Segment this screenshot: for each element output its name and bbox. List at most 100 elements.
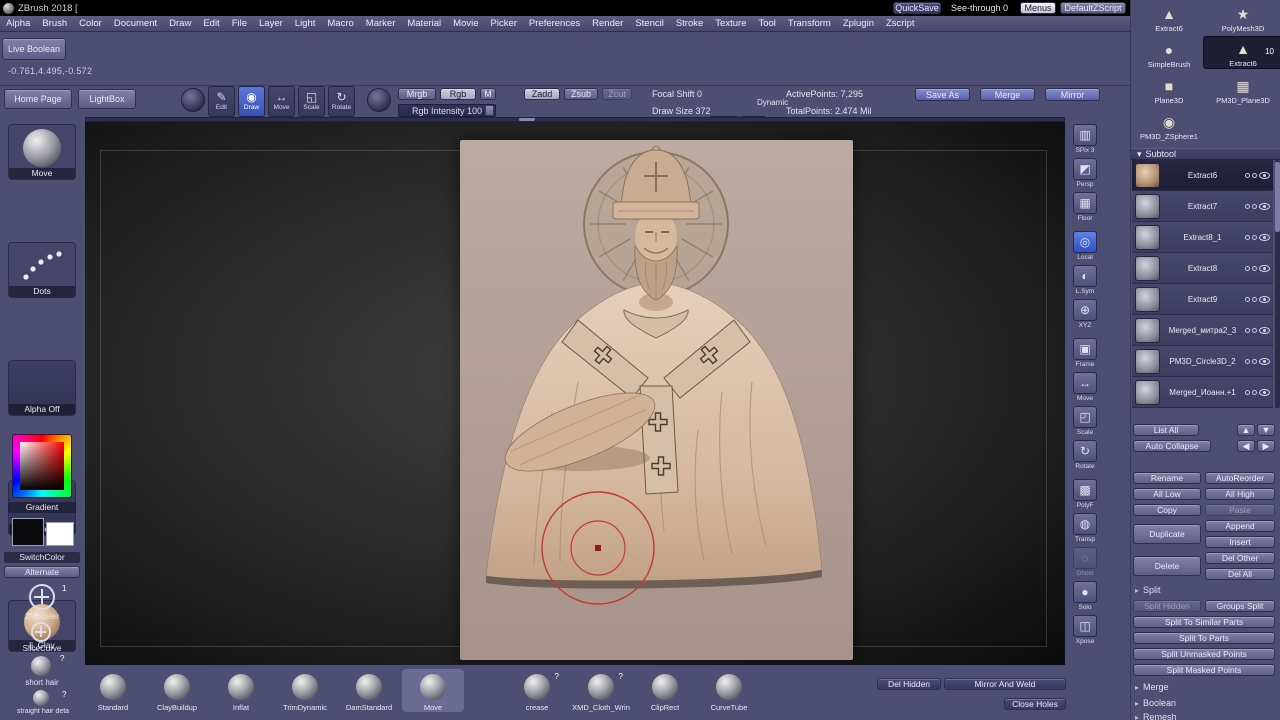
sculpt-icon[interactable]: [1252, 172, 1257, 178]
tool-thumbnail[interactable]: ▲ 10 Extract6: [1203, 36, 1280, 69]
paint-icon[interactable]: [1245, 358, 1250, 364]
zadd-button[interactable]: Zadd: [524, 88, 560, 100]
menu-item[interactable]: Preferences: [523, 16, 586, 32]
color-picker-field[interactable]: [20, 442, 64, 490]
brush-item[interactable]: Inflat: [210, 669, 272, 712]
brush-item[interactable]: CurveTube: [698, 669, 760, 712]
subtool-down-button[interactable]: ▼: [1257, 424, 1275, 436]
paint-icon[interactable]: [1245, 172, 1250, 178]
default-zscript-button[interactable]: DefaultZScript: [1060, 2, 1126, 14]
insert-button[interactable]: Insert: [1205, 536, 1275, 548]
subtool-scrollbar-handle[interactable]: [1275, 162, 1280, 232]
mrgb-button[interactable]: Mrgb: [398, 88, 436, 100]
menu-item[interactable]: Draw: [163, 16, 197, 32]
subtool-row[interactable]: PM3D_Circle3D_2: [1132, 346, 1273, 377]
menu-item[interactable]: Stencil: [629, 16, 670, 32]
subtool-row[interactable]: Extract8: [1132, 253, 1273, 284]
visibility-eye-icon[interactable]: [1259, 233, 1270, 241]
brush-item[interactable]: Move: [402, 669, 464, 712]
boolean-section-header[interactable]: ▸ Boolean: [1135, 698, 1176, 708]
rename-button[interactable]: Rename: [1133, 472, 1201, 484]
menu-item[interactable]: Stroke: [670, 16, 709, 32]
menu-item[interactable]: Layer: [253, 16, 289, 32]
brush-item[interactable]: TrimDynamic: [274, 669, 336, 712]
menu-item[interactable]: Picker: [485, 16, 523, 32]
sculpt-icon[interactable]: [1252, 358, 1257, 364]
subtool-row[interactable]: Merged_Иоанн.+1: [1132, 377, 1273, 408]
quicksave-button[interactable]: QuickSave: [893, 2, 941, 14]
subtool-right-button[interactable]: ▶: [1257, 440, 1275, 452]
split-masked-button[interactable]: Split Masked Points: [1133, 664, 1275, 676]
viewport-canvas[interactable]: [85, 122, 1065, 665]
menu-item[interactable]: Color: [73, 16, 108, 32]
brush-item[interactable]: ? XMD_Cloth_Wrin: [570, 669, 632, 712]
paint-icon[interactable]: [1245, 389, 1250, 395]
document-area[interactable]: [460, 140, 853, 660]
del-other-button[interactable]: Del Other: [1205, 552, 1275, 564]
tool-thumbnail[interactable]: ▦ PM3D_Plane3D: [1203, 72, 1280, 105]
split-section-header[interactable]: ▸ Split: [1135, 585, 1161, 595]
brush-preview-gauge-icon[interactable]: [181, 88, 205, 112]
tool-thumbnail[interactable]: ■ Plane3D: [1137, 72, 1201, 105]
all-high-button[interactable]: All High: [1205, 488, 1275, 500]
subtool-row[interactable]: Extract7: [1132, 191, 1273, 222]
brush-item[interactable]: ClipRect: [634, 669, 696, 712]
home-page-button[interactable]: Home Page: [4, 89, 72, 109]
auto-collapse-button[interactable]: Auto Collapse: [1133, 440, 1211, 452]
menu-item[interactable]: Edit: [197, 16, 225, 32]
visibility-eye-icon[interactable]: [1259, 202, 1270, 210]
transform-button[interactable]: ↔ Move: [268, 86, 295, 117]
sculpt-icon[interactable]: [1252, 234, 1257, 240]
m-button[interactable]: M: [480, 88, 496, 100]
paste-button[interactable]: Paste: [1205, 504, 1275, 516]
stroke-gauge-icon[interactable]: [367, 88, 391, 112]
menus-button[interactable]: Menus: [1020, 2, 1056, 14]
transform-button[interactable]: ◉ Draw: [238, 86, 265, 117]
visibility-eye-icon[interactable]: [1259, 295, 1270, 303]
transform-button[interactable]: ◱ Scale: [298, 86, 325, 117]
rgb-intensity-slider[interactable]: Rgb Intensity 100: [398, 104, 496, 117]
shelf-toggle[interactable]: ⊕ XYZ: [1069, 299, 1101, 329]
sculpt-icon[interactable]: [1252, 203, 1257, 209]
tool-thumbnail[interactable]: ● SimpleBrush: [1137, 36, 1201, 69]
all-low-button[interactable]: All Low: [1133, 488, 1201, 500]
paint-icon[interactable]: [1245, 296, 1250, 302]
visibility-eye-icon[interactable]: [1259, 326, 1270, 334]
color-picker[interactable]: [12, 434, 72, 498]
menu-item[interactable]: Brush: [36, 16, 73, 32]
canvas-scroll-handle[interactable]: [519, 118, 535, 121]
lightbox-button[interactable]: LightBox: [78, 89, 136, 109]
close-holes-button[interactable]: Close Holes: [1004, 698, 1066, 710]
subtool-row[interactable]: Merged_митра2_3: [1132, 315, 1273, 346]
split-unmasked-button[interactable]: Split Unmasked Points: [1133, 648, 1275, 660]
main-color-swatch[interactable]: [12, 518, 44, 546]
transform-button[interactable]: ↻ Rotate: [328, 86, 355, 117]
dynamic-toggle[interactable]: Dynamic: [757, 98, 788, 107]
delete-button[interactable]: Delete: [1133, 556, 1201, 576]
shelf-toggle[interactable]: ▣ Frame: [1069, 338, 1101, 368]
menu-item[interactable]: Document: [108, 16, 163, 32]
list-all-button[interactable]: List All: [1133, 424, 1199, 436]
menu-item[interactable]: Render: [586, 16, 629, 32]
subtool-row[interactable]: Extract9: [1132, 284, 1273, 315]
shelf-toggle[interactable]: ◍ Transp: [1069, 513, 1101, 543]
subtool-left-button[interactable]: ◀: [1237, 440, 1255, 452]
switchcolor-button[interactable]: SwitchColor: [4, 552, 80, 563]
brush-item[interactable]: ? crease: [506, 669, 568, 712]
brush-item[interactable]: DamStandard: [338, 669, 400, 712]
del-hidden-button[interactable]: Del Hidden: [877, 678, 941, 690]
shelf-toggle[interactable]: ◌ Ghost: [1069, 547, 1101, 577]
remesh-section-header[interactable]: ▸ Remesh: [1135, 712, 1177, 720]
split-hidden-button[interactable]: Split Hidden: [1133, 600, 1201, 612]
visibility-eye-icon[interactable]: [1259, 264, 1270, 272]
subtool-header[interactable]: ▾ Subtool: [1131, 148, 1280, 160]
gradient-label[interactable]: Gradient: [8, 502, 76, 513]
brush-preview[interactable]: Move: [8, 124, 76, 180]
shelf-toggle[interactable]: ◩ Persp: [1069, 158, 1101, 188]
shelf-toggle[interactable]: ◫ Xpose: [1069, 615, 1101, 645]
mirror-button[interactable]: Mirror: [1045, 88, 1100, 101]
tool-thumbnail[interactable]: ▲ Extract6: [1137, 0, 1201, 33]
autoreorder-button[interactable]: AutoReorder: [1205, 472, 1275, 484]
see-through-slider[interactable]: See-through 0: [951, 3, 1008, 13]
shelf-toggle[interactable]: ↻ Rotate: [1069, 440, 1101, 470]
